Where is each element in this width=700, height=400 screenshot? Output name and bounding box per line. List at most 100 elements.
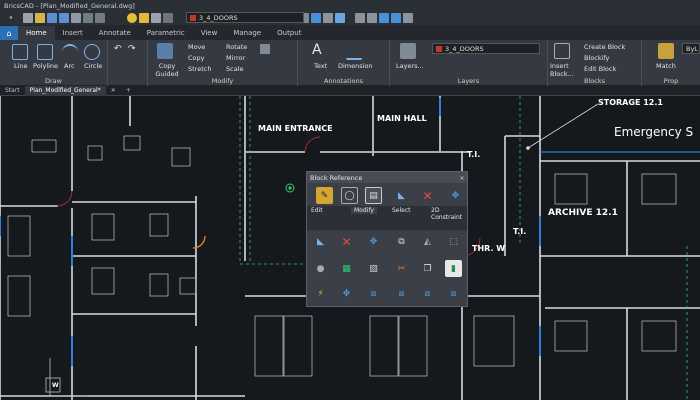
redo-button[interactable]: ↷ [128,44,136,54]
quad-move-icon[interactable]: ✥ [447,187,464,204]
blockify-button[interactable]: Blockify [584,54,609,62]
quad-move-2-icon[interactable]: ✥ [365,233,382,250]
bylayer-dropdown[interactable]: ByL [682,43,700,54]
arc-icon[interactable] [62,44,78,60]
save-as-icon[interactable] [59,13,69,23]
tab-annotate[interactable]: Annotate [91,26,139,40]
open-file-icon[interactable] [35,13,45,23]
polyline-icon[interactable] [37,44,53,60]
quad-layer-off-icon[interactable]: ▧ [365,260,382,277]
ribbon-layer-dropdown[interactable]: 3_4_DOORS [432,43,540,54]
polyline-button[interactable]: Polyline [33,62,58,70]
line-icon[interactable] [12,44,28,60]
quad-tab-2d-constraint[interactable]: 2D Constraint [431,207,467,221]
tab-insert[interactable]: Insert [55,26,91,40]
quad-layer-iso-icon[interactable]: ▦ [338,260,355,277]
quad-tab-edit[interactable]: Edit [311,207,323,214]
layers-icon[interactable] [400,43,416,59]
tab-parametric[interactable]: Parametric [139,26,193,40]
ruler-icon[interactable] [355,13,365,23]
layer-lock-icon[interactable] [151,13,161,23]
text-button[interactable]: Text [314,62,327,70]
mirror-button[interactable]: Mirror [226,54,245,62]
quad-header: Block Reference × [307,172,467,183]
application-menu-icon[interactable]: ⌂ [0,26,18,40]
quad-fillet-icon[interactable]: ◣ [312,233,329,250]
quad-properties-icon[interactable]: ▤ [365,187,382,204]
layer-bulb-icon[interactable] [127,13,137,23]
quad-edit-icon[interactable]: ✎ [316,187,333,204]
layer-isolate-icon[interactable] [311,13,321,23]
save-icon[interactable] [47,13,57,23]
bricscad-logo-icon[interactable]: ⚬ [0,11,22,25]
create-block-button[interactable]: Create Block [584,43,625,51]
layer-print-icon[interactable] [163,13,173,23]
title-bar: BricsCAD - [Plan_Modified_General.dwg] [0,0,700,11]
quad-polyline-icon[interactable]: ◣ [393,187,410,204]
modify-extra-icon[interactable] [260,44,270,54]
layer-sun-icon[interactable] [139,13,149,23]
explorer-icon[interactable] [379,13,389,23]
undo-button[interactable]: ↶ [114,44,122,54]
redo-icon[interactable] [95,13,105,23]
dimension-button[interactable]: Dimension [338,62,373,70]
quad-send-back-icon[interactable]: ⧈ [393,285,410,302]
quad-stretch-icon[interactable]: ⬚ [445,233,462,250]
quad-explode-icon[interactable]: ● [312,260,329,277]
quad-close-icon[interactable]: × [457,174,467,182]
layer-off-icon[interactable] [323,13,333,23]
copy-guided-button[interactable]: Copy Guided [150,62,184,78]
quad-copy-clip-icon[interactable]: ❐ [419,260,436,277]
stretch-button[interactable]: Stretch [188,65,211,73]
print-icon[interactable] [71,13,81,23]
bylayer-value: ByL [686,44,698,53]
quad-refedit-icon[interactable]: ◯ [341,187,358,204]
quad-mirror-icon[interactable]: ◭ [419,233,436,250]
undo-icon[interactable] [83,13,93,23]
quad-bring-above-icon[interactable]: ⧈ [419,285,436,302]
line-button[interactable]: Line [14,62,28,70]
quad-delete-2-icon[interactable]: ✕ [338,233,355,250]
quad-paste-icon[interactable]: ▮ [445,260,462,277]
close-document-icon[interactable]: ✕ [106,86,121,96]
find-icon[interactable] [367,13,377,23]
insert-block-icon[interactable] [554,43,570,59]
layer-freeze-icon[interactable] [335,13,345,23]
new-file-icon[interactable] [23,13,33,23]
tab-output[interactable]: Output [269,26,309,40]
quad-delete-icon[interactable]: ✕ [419,187,436,204]
match-button[interactable]: Match [656,62,676,70]
properties-icon[interactable] [391,13,401,23]
quad-send-under-icon[interactable]: ⧈ [445,285,462,302]
circle-icon[interactable] [84,44,100,60]
arc-button[interactable]: Arc [64,62,75,70]
text-icon[interactable]: A [312,42,322,58]
quad-tab-modify[interactable]: Modify [351,207,377,214]
tab-manage[interactable]: Manage [225,26,269,40]
quad-move-3-icon[interactable]: ✥ [338,285,355,302]
tab-home[interactable]: Home [18,26,55,40]
new-tab-button[interactable]: + [121,86,136,96]
edit-block-button[interactable]: Edit Block [584,65,616,73]
rotate-button[interactable]: Rotate [226,43,247,51]
scale-button[interactable]: Scale [226,65,244,73]
quad-trim-icon[interactable]: ✂ [393,260,410,277]
calculator-icon[interactable] [403,13,413,23]
tab-start[interactable]: Start [0,86,25,96]
copy-guided-icon[interactable] [157,43,173,59]
layers-button[interactable]: Layers... [396,62,424,70]
match-properties-icon[interactable] [658,43,674,59]
dimension-icon[interactable] [346,44,362,60]
tab-view[interactable]: View [193,26,226,40]
circle-button[interactable]: Circle [84,62,102,70]
tab-document[interactable]: Plan_Modified_General* [24,85,106,96]
layer-dropdown[interactable]: 3_4_DOORS [186,12,304,23]
insert-block-button[interactable]: Insert Block... [550,62,576,78]
move-button[interactable]: Move [188,43,205,51]
quad-tab-select[interactable]: Select [392,207,411,214]
quad-bring-front-icon[interactable]: ⧈ [365,285,382,302]
copy-button[interactable]: Copy [188,54,205,62]
quad-copy-icon[interactable]: ⧉ [393,233,410,250]
ribbon-tabs: ⌂ Home Insert Annotate Parametric View M… [0,25,700,40]
quad-quick-select-icon[interactable]: ⚡ [312,285,329,302]
